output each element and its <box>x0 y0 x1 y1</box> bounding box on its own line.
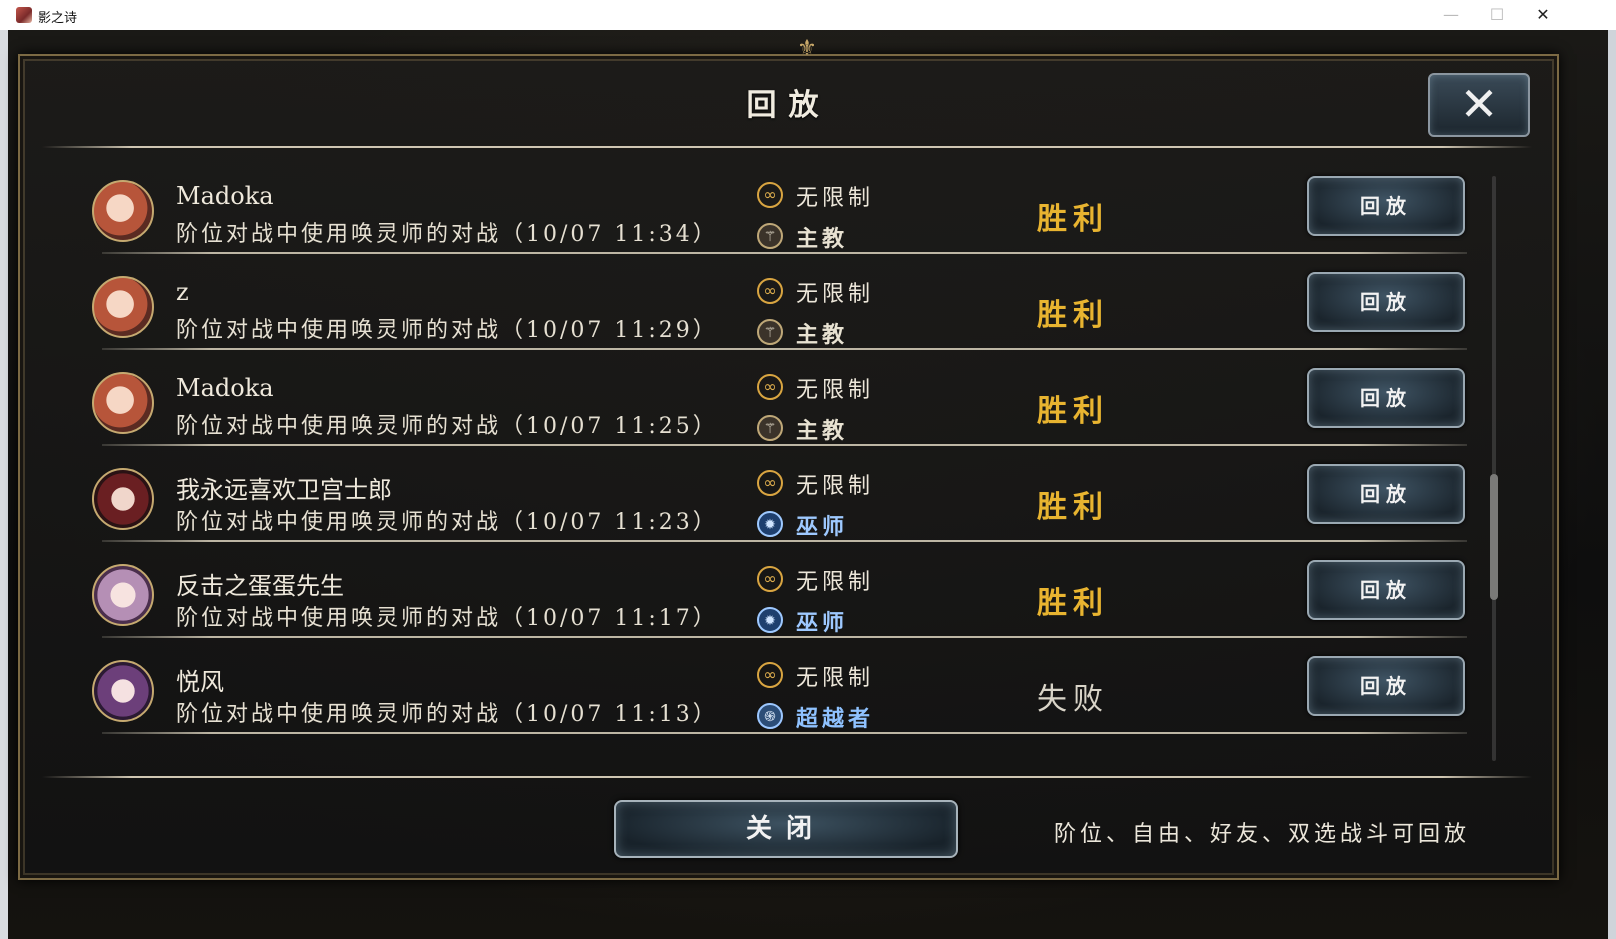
opponent-name: Madoka <box>176 182 274 210</box>
replay-list: Madoka 阶位对战中使用唤灵师的对战（10/07 11:34） ∞ 无限制 … <box>82 172 1482 764</box>
row-divider <box>102 732 1467 734</box>
opponent-avatar <box>92 372 154 434</box>
row-divider <box>102 540 1467 542</box>
close-x-icon[interactable]: ✕ <box>1428 73 1530 137</box>
match-result: 胜利 <box>1037 394 1109 429</box>
infinity-icon: ∞ <box>757 470 783 496</box>
bishop-icon: ⚚ <box>757 223 783 249</box>
replay-button[interactable]: 回放 <box>1307 176 1465 236</box>
maximize-button[interactable]: ☐ <box>1474 0 1520 30</box>
opponent-class: 主教 <box>796 226 849 252</box>
match-result: 胜利 <box>1037 586 1109 621</box>
opponent-name: z <box>176 278 189 306</box>
runecraft-icon: ✹ <box>757 511 783 537</box>
row-divider <box>102 444 1467 446</box>
title-divider <box>42 146 1532 148</box>
right-edge <box>1608 30 1616 939</box>
app-icon <box>16 7 32 23</box>
match-result: 胜利 <box>1037 490 1109 525</box>
match-description: 阶位对战中使用唤灵师的对战（10/07 11:29） <box>176 318 718 343</box>
replay-row: z 阶位对战中使用唤灵师的对战（10/07 11:29） ∞ 无限制 ⚚ 主教 … <box>82 268 1482 364</box>
format-label: 无限制 <box>796 666 875 691</box>
window-title: 影之诗 <box>38 11 78 26</box>
row-divider <box>102 348 1467 350</box>
opponent-name: 反击之蛋蛋先生 <box>176 572 344 600</box>
replay-button[interactable]: 回放 <box>1307 464 1465 524</box>
infinity-icon: ∞ <box>757 182 783 208</box>
infinity-icon: ∞ <box>757 566 783 592</box>
format-label: 无限制 <box>796 378 875 403</box>
match-description: 阶位对战中使用唤灵师的对战（10/07 11:34） <box>176 222 718 247</box>
portalcraft-icon: ֍ <box>757 703 783 729</box>
replay-button[interactable]: 回放 <box>1307 656 1465 716</box>
match-description: 阶位对战中使用唤灵师的对战（10/07 11:17） <box>176 606 718 631</box>
left-edge <box>0 30 8 939</box>
replay-button[interactable]: 回放 <box>1307 560 1465 620</box>
opponent-avatar <box>92 180 154 242</box>
opponent-class: 巫师 <box>796 610 849 636</box>
footer-divider <box>42 776 1532 778</box>
format-label: 无限制 <box>796 186 875 211</box>
scrollbar-thumb[interactable] <box>1490 474 1498 600</box>
infinity-icon: ∞ <box>757 374 783 400</box>
match-description: 阶位对战中使用唤灵师的对战（10/07 11:25） <box>176 414 718 439</box>
bishop-icon: ⚚ <box>757 319 783 345</box>
minimize-button[interactable]: — <box>1428 0 1474 30</box>
replay-row: Madoka 阶位对战中使用唤灵师的对战（10/07 11:25） ∞ 无限制 … <box>82 364 1482 460</box>
close-button[interactable]: 关闭 <box>614 800 958 858</box>
match-result: 胜利 <box>1037 202 1109 237</box>
opponent-name: 我永远喜欢卫宫士郎 <box>176 476 392 504</box>
opponent-name: 悦风 <box>176 668 224 696</box>
row-divider <box>102 252 1467 254</box>
match-description: 阶位对战中使用唤灵师的对战（10/07 11:23） <box>176 510 718 535</box>
replay-button[interactable]: 回放 <box>1307 272 1465 332</box>
dialog-title: 回放 <box>746 88 831 123</box>
replay-dialog: ⚜ 回放 ✕ Madoka 阶位对战中使用唤灵师的对战（10/07 11:34）… <box>18 36 1559 880</box>
format-label: 无限制 <box>796 570 875 595</box>
replay-row: Madoka 阶位对战中使用唤灵师的对战（10/07 11:34） ∞ 无限制 … <box>82 172 1482 268</box>
opponent-avatar <box>92 564 154 626</box>
scrollbar-track[interactable] <box>1492 176 1496 761</box>
opponent-name: Madoka <box>176 374 274 402</box>
opponent-class: 主教 <box>796 322 849 348</box>
replay-hint: 阶位、自由、好友、双选战斗可回放 <box>1054 822 1471 847</box>
format-label: 无限制 <box>796 474 875 499</box>
opponent-avatar <box>92 468 154 530</box>
opponent-class: 主教 <box>796 418 849 444</box>
format-label: 无限制 <box>796 282 875 307</box>
row-divider <box>102 636 1467 638</box>
window-titlebar: 影之诗 — ☐ ✕ <box>0 0 1616 31</box>
crest-ornament-icon: ⚜ <box>797 36 817 61</box>
infinity-icon: ∞ <box>757 278 783 304</box>
match-description: 阶位对战中使用唤灵师的对战（10/07 11:13） <box>176 702 718 727</box>
match-result: 胜利 <box>1037 298 1109 333</box>
replay-row: 悦风 阶位对战中使用唤灵师的对战（10/07 11:13） ∞ 无限制 ֍ 超越… <box>82 652 1482 748</box>
bishop-icon: ⚚ <box>757 415 783 441</box>
opponent-class: 超越者 <box>796 706 875 732</box>
replay-row: 反击之蛋蛋先生 阶位对战中使用唤灵师的对战（10/07 11:17） ∞ 无限制… <box>82 556 1482 652</box>
infinity-icon: ∞ <box>757 662 783 688</box>
replay-row: 我永远喜欢卫宫士郎 阶位对战中使用唤灵师的对战（10/07 11:23） ∞ 无… <box>82 460 1482 556</box>
opponent-avatar <box>92 660 154 722</box>
replay-button[interactable]: 回放 <box>1307 368 1465 428</box>
opponent-avatar <box>92 276 154 338</box>
match-result: 失败 <box>1037 682 1109 717</box>
window-close-button[interactable]: ✕ <box>1520 0 1566 30</box>
opponent-class: 巫师 <box>796 514 849 540</box>
runecraft-icon: ✹ <box>757 607 783 633</box>
